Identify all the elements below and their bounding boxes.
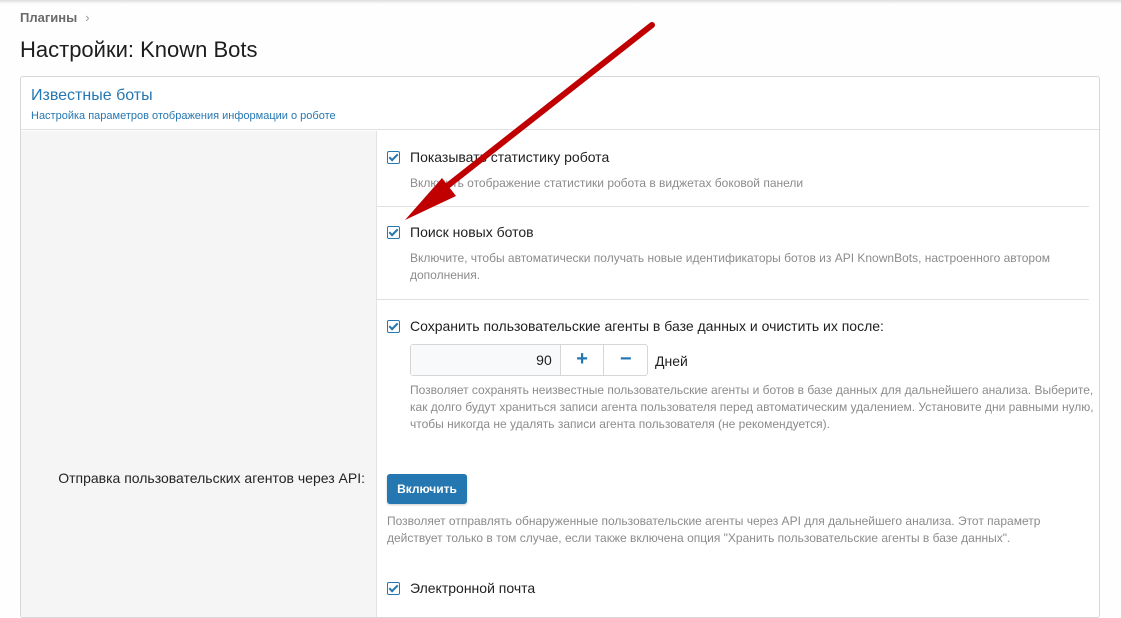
show-stats-label[interactable]: Показывать статистику робота (410, 149, 609, 165)
page-title: Настройки: Known Bots (20, 37, 258, 62)
divider (377, 299, 1089, 300)
find-new-bots-hint: Включите, чтобы автоматически получать н… (410, 251, 1051, 282)
retention-days-input[interactable]: 90 (411, 345, 560, 375)
enable-api-button[interactable]: Включить (387, 474, 467, 504)
breadcrumb[interactable]: Плагины › (20, 10, 90, 25)
api-send-label: Отправка пользовательских агентов через … (58, 470, 365, 486)
plus-icon[interactable]: + (559, 345, 604, 375)
email-label[interactable]: Электронной почта (410, 580, 535, 596)
show-stats-checkbox[interactable] (387, 151, 400, 164)
chevron-right-icon: › (85, 10, 90, 25)
divider (377, 206, 1089, 207)
minus-icon[interactable]: − (603, 345, 647, 375)
save-agents-checkbox[interactable] (387, 320, 400, 333)
options-column: Показывать статистику робота Включить от… (377, 131, 1099, 617)
api-send-hint: Позволяет отправлять обнаруженные пользо… (387, 514, 1041, 545)
settings-block: Известные боты Настройка параметров отоб… (20, 76, 1100, 618)
find-new-bots-label[interactable]: Поиск новых ботов (410, 224, 534, 240)
save-agents-hint: Позволяет сохранять неизвестные пользова… (410, 383, 1094, 431)
top-shadow (0, 0, 1121, 4)
breadcrumb-item-plugins[interactable]: Плагины (20, 10, 77, 25)
save-agents-label[interactable]: Сохранить пользовательские агенты в базе… (410, 318, 884, 334)
block-title: Известные боты (31, 87, 153, 104)
block-description: Настройка параметров отображения информа… (31, 110, 336, 122)
block-header: Известные боты Настройка параметров отоб… (21, 77, 1099, 130)
retention-days-stepper[interactable]: 90 + − (410, 344, 648, 376)
show-stats-hint: Включить отображение статистики робота в… (410, 176, 804, 190)
email-checkbox[interactable] (387, 582, 400, 595)
find-new-bots-checkbox[interactable] (387, 226, 400, 239)
retention-units: Дней (655, 353, 688, 369)
label-column: Отправка пользовательских агентов через … (21, 131, 377, 617)
